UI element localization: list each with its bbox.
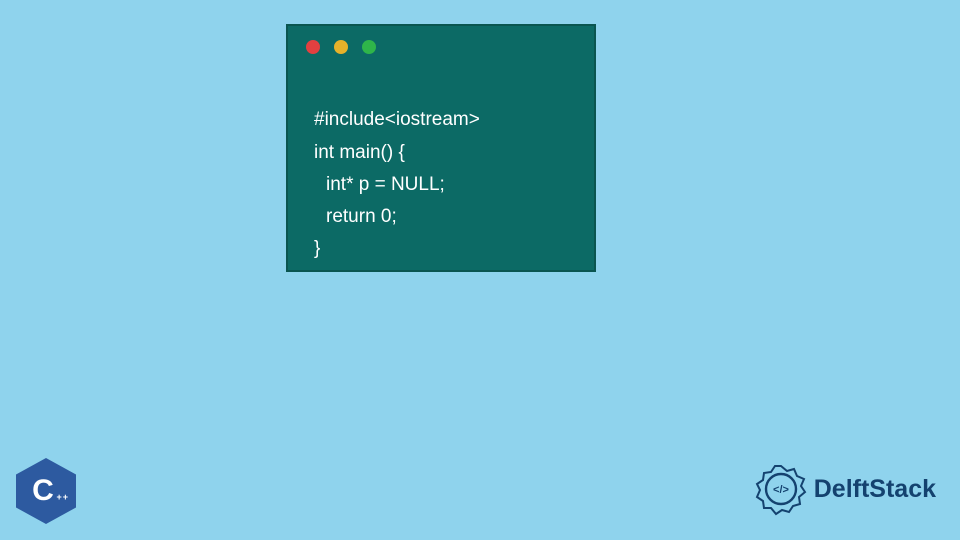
- cpp-logo: C ++: [16, 458, 76, 524]
- cpp-letter: C: [32, 474, 54, 508]
- code-line: }: [314, 238, 320, 259]
- code-line: return 0;: [314, 201, 568, 233]
- code-block: #include<iostream> int main() { int* p =…: [288, 62, 594, 298]
- cpp-pluses: ++: [56, 492, 69, 502]
- maximize-icon: [362, 40, 376, 54]
- code-line: int main() {: [314, 142, 405, 163]
- code-line: int* p = NULL;: [314, 169, 568, 201]
- code-window: #include<iostream> int main() { int* p =…: [286, 24, 596, 272]
- delftstack-logo: </> DelftStack: [754, 462, 936, 516]
- window-titlebar: [288, 26, 594, 62]
- delft-code-icon: </>: [773, 484, 789, 496]
- delftstack-label: DelftStack: [814, 475, 936, 504]
- code-line: #include<iostream>: [314, 109, 480, 130]
- delftstack-icon: </>: [754, 462, 808, 516]
- minimize-icon: [334, 40, 348, 54]
- cpp-hexagon-icon: C ++: [16, 458, 76, 524]
- close-icon: [306, 40, 320, 54]
